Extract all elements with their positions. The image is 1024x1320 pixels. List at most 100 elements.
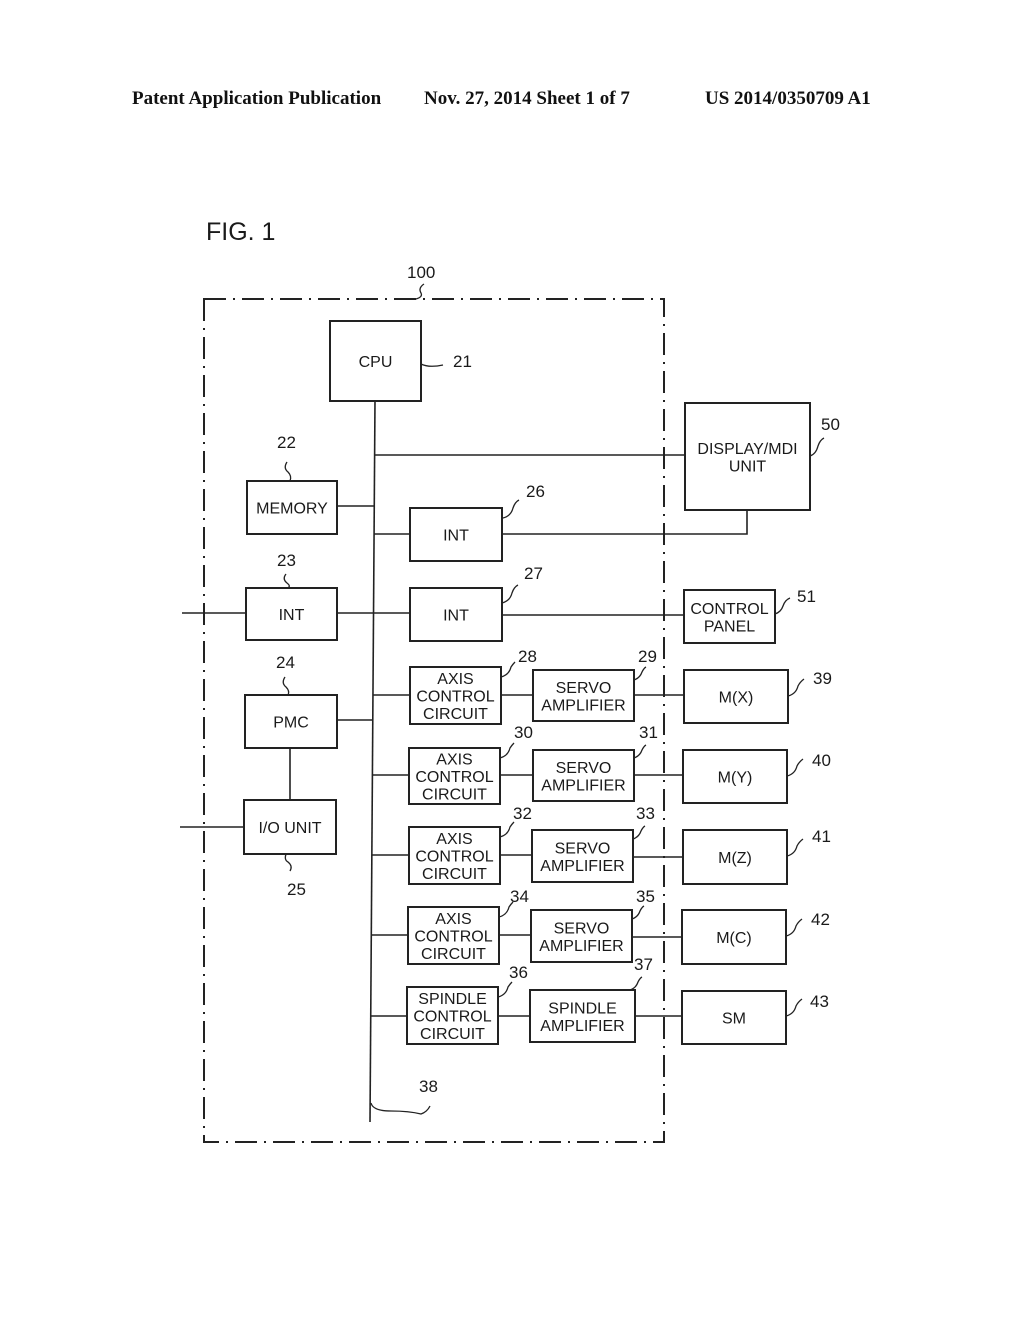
- block-servo29: SERVOAMPLIFIER 29: [532, 647, 657, 722]
- block-pmc: PMC 24: [244, 653, 338, 749]
- memory-ref-number: 22: [277, 433, 296, 452]
- axis30-leader-line: [499, 742, 515, 759]
- axis28-label: CONTROL: [416, 689, 494, 706]
- axis30-label: CIRCUIT: [422, 787, 487, 804]
- spindle36-label: SPINDLE: [418, 991, 486, 1008]
- servo31-ref-number: 31: [639, 723, 658, 742]
- axis34-label: AXIS: [435, 911, 471, 928]
- axis28-leader-line: [500, 661, 516, 678]
- display50-leader-line: [809, 437, 825, 457]
- spindle36-ref-number: 36: [509, 963, 528, 982]
- axis32-label: AXIS: [436, 831, 472, 848]
- int23-leader-line: [283, 573, 290, 589]
- bus-ref: 38: [419, 1077, 438, 1096]
- servo35-label: AMPLIFIER: [539, 938, 623, 955]
- servo29-label: AMPLIFIER: [541, 697, 625, 714]
- io-leader-line: [284, 853, 292, 872]
- spindle36-leader-line: [497, 981, 513, 998]
- display50-ref-number: 50: [821, 415, 840, 434]
- block-int27: INT 27: [409, 564, 543, 642]
- axis34-leader-line: [498, 901, 514, 918]
- panel51-ref-number: 51: [797, 587, 816, 606]
- servo31-label: SERVO: [556, 760, 612, 777]
- spindle36-label: CONTROL: [413, 1009, 491, 1026]
- pmc-leader-line: [282, 676, 290, 696]
- int27-ref-number: 27: [524, 564, 543, 583]
- motor42-leader-line: [785, 918, 803, 937]
- servo31-leader-line: [633, 744, 647, 759]
- sm43-ref-number: 43: [810, 992, 829, 1011]
- int26-leader-line: [502, 499, 520, 519]
- motor39-label: M(X): [719, 690, 754, 707]
- servo29-label: SERVO: [556, 680, 612, 697]
- block-axis28: AXISCONTROLCIRCUIT 28: [409, 647, 537, 725]
- axis32-label: CIRCUIT: [422, 866, 487, 883]
- servo33-label: AMPLIFIER: [540, 858, 624, 875]
- motor39-ref-number: 39: [813, 669, 832, 688]
- controller-ref-leader: [415, 283, 425, 300]
- int23-label: INT: [279, 607, 305, 624]
- motor39-leader-line: [787, 678, 805, 697]
- io-ref-number: 25: [287, 880, 306, 899]
- controller-ref: 100: [407, 263, 435, 282]
- block-spindle36: SPINDLECONTROLCIRCUIT 36: [406, 963, 528, 1045]
- block-io: I/O UNIT 25: [243, 799, 337, 899]
- block-diagram: FIG. 1 100 38 CPU 21MEMORY22INT23PMC24I/…: [180, 218, 840, 1143]
- block-servo31: SERVOAMPLIFIER 31: [532, 723, 658, 802]
- motor40-leader-line: [786, 758, 804, 777]
- servo35-ref-number: 35: [636, 887, 655, 906]
- block-axis32: AXISCONTROLCIRCUIT 32: [408, 804, 532, 885]
- cpu-ref-number: 21: [453, 352, 472, 371]
- axis34-label: CONTROL: [414, 929, 492, 946]
- figure-title: FIG. 1: [206, 218, 275, 246]
- block-axis30: AXISCONTROLCIRCUIT 30: [408, 723, 533, 805]
- panel51-label: PANEL: [704, 618, 755, 635]
- block-sm43: SM 43: [681, 990, 829, 1045]
- io-label: I/O UNIT: [258, 820, 321, 837]
- block-display50: DISPLAY/MDIUNIT 50: [684, 402, 840, 511]
- cpu-label: CPU: [359, 354, 393, 371]
- memory-leader-line: [284, 461, 292, 482]
- memory-label: MEMORY: [256, 501, 328, 518]
- motor40-ref-number: 40: [812, 751, 831, 770]
- servo29-ref-number: 29: [638, 647, 657, 666]
- display50-label: DISPLAY/MDI: [697, 441, 797, 458]
- spindle37-ref-number: 37: [634, 955, 653, 974]
- block-memory: MEMORY 22: [246, 433, 338, 535]
- servo33-leader-line: [632, 825, 646, 840]
- int27-label: INT: [443, 608, 469, 625]
- bus-ref-leader: [370, 1102, 431, 1115]
- pmc-label: PMC: [273, 715, 309, 732]
- motor42-ref-number: 42: [811, 910, 830, 929]
- spindle37-leader-line: [629, 976, 643, 991]
- axis28-ref-number: 28: [518, 647, 537, 666]
- spindle36-label: CIRCUIT: [420, 1026, 485, 1043]
- servo35-leader-line: [631, 905, 645, 920]
- servo31-label: AMPLIFIER: [541, 777, 625, 794]
- spindle37-label: SPINDLE: [548, 1000, 616, 1017]
- axis28-label: AXIS: [437, 671, 473, 688]
- int27-leader-line: [501, 584, 519, 604]
- block-spindle37: SPINDLEAMPLIFIER 37: [529, 955, 653, 1043]
- block-motor42: M(C) 42: [681, 909, 830, 965]
- sm43-leader-line: [785, 998, 803, 1017]
- axis30-label: AXIS: [436, 752, 472, 769]
- display50-label: UNIT: [729, 458, 767, 475]
- axis32-leader-line: [499, 821, 515, 838]
- block-motor40: M(Y) 40: [682, 749, 831, 804]
- motor41-ref-number: 41: [812, 827, 831, 846]
- panel51-label: CONTROL: [690, 601, 768, 618]
- int23-ref-number: 23: [277, 551, 296, 570]
- axis34-label: CIRCUIT: [421, 946, 486, 963]
- motor40-label: M(Y): [718, 770, 753, 787]
- motor41-leader-line: [786, 838, 804, 857]
- axis30-ref-number: 30: [514, 723, 533, 742]
- cpu-leader-line: [420, 363, 444, 367]
- block-cpu: CPU 21: [329, 320, 472, 402]
- axis28-label: CIRCUIT: [423, 706, 488, 723]
- block-motor39: M(X) 39: [683, 669, 832, 724]
- pmc-ref-number: 24: [276, 653, 295, 672]
- servo33-label: SERVO: [555, 840, 611, 857]
- sm43-label: SM: [722, 1011, 746, 1028]
- block-int26: INT 26: [409, 482, 545, 562]
